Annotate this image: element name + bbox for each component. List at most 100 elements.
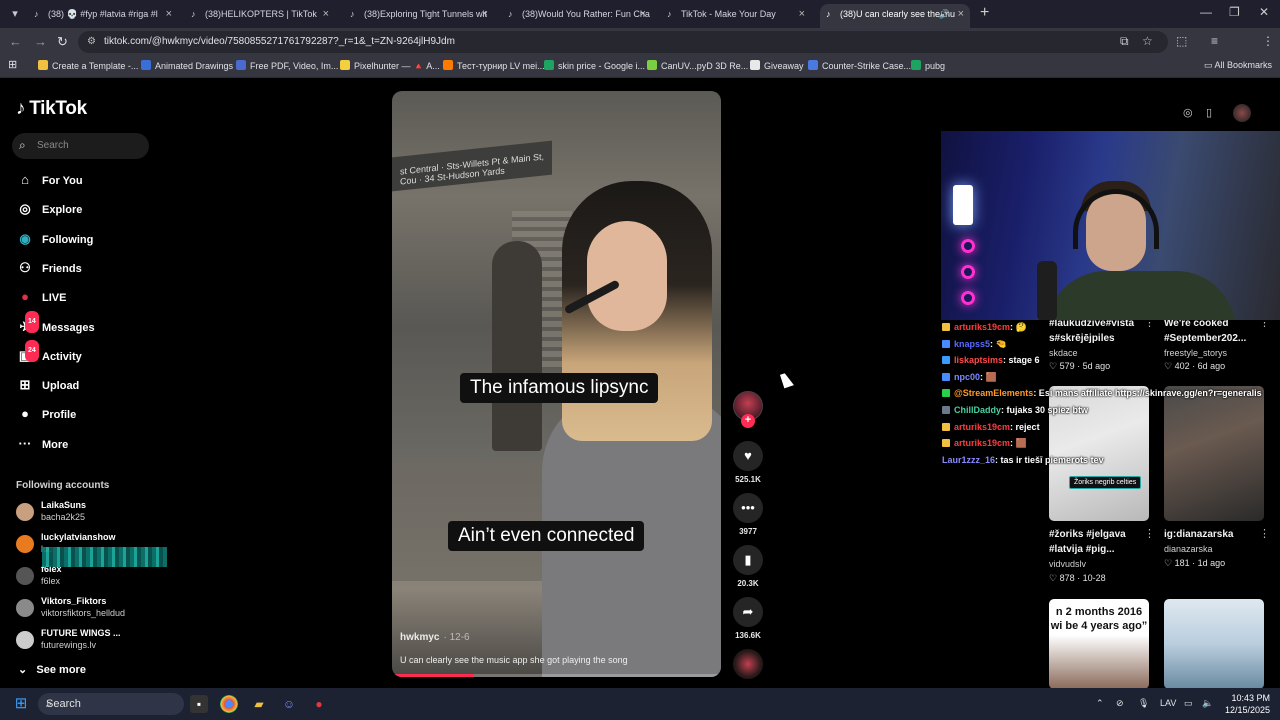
bookmark-item[interactable]: Pixelhunter — 🔺 A... [340, 60, 440, 72]
comment-button[interactable]: ••• 3977 [733, 493, 763, 536]
minimize-icon[interactable]: — [1200, 5, 1212, 19]
like-button[interactable]: ♥ 525.1K [733, 441, 763, 484]
bookmark-item[interactable]: Giveaway [750, 60, 804, 71]
close-tab-icon[interactable]: × [640, 4, 646, 24]
tab-search-icon[interactable]: ▾ [6, 5, 24, 23]
chat-badge-icon [942, 356, 950, 365]
close-tab-icon[interactable]: × [958, 4, 964, 24]
speaker-icon[interactable]: 🔊 [939, 4, 950, 24]
more-options-icon[interactable]: ⋮ [1144, 527, 1155, 540]
account-handle: f6lex [41, 576, 61, 586]
media-icon[interactable]: ≡ [1211, 34, 1218, 48]
bookmark-item[interactable]: Counter-Strike Case... [808, 60, 911, 71]
video-progress[interactable] [392, 674, 721, 677]
chat-text: : Esi mans affiliate https://skinrave.gg… [1033, 388, 1262, 399]
nav-item-messages[interactable]: ✈14Messages [16, 310, 95, 339]
more-options-icon[interactable]: ⋮ [1259, 527, 1270, 540]
restore-icon[interactable]: ❐ [1229, 5, 1240, 19]
nav-item-more[interactable]: ··· More [16, 434, 69, 456]
see-more-button[interactable]: ⌄ See more [18, 663, 86, 676]
video-description: U can clearly see the music app she got … [400, 655, 628, 665]
nav-item-friends[interactable]: ⚇ Friends [16, 258, 82, 280]
device-icon[interactable]: ▯ [1206, 106, 1212, 119]
new-tab-button[interactable]: + [980, 4, 989, 22]
music-disc-icon[interactable] [733, 649, 763, 679]
reload-icon[interactable]: ↻ [57, 34, 68, 50]
compass-icon[interactable]: ◎ [1183, 106, 1193, 119]
video-thumbnail[interactable] [1164, 599, 1264, 689]
tray-chevron-icon[interactable]: ⌃ [1096, 698, 1104, 709]
app-icon[interactable]: ● [310, 695, 328, 713]
site-info-icon[interactable]: ⚙ [87, 31, 96, 53]
avatar [16, 599, 34, 617]
user-avatar[interactable] [1233, 104, 1251, 122]
url-field[interactable]: ⚙ tiktok.com/@hwkmyc/video/7580855271761… [78, 31, 1168, 53]
chat-message: arturiks19cm: 🟫 [942, 435, 1242, 452]
bookmark-item[interactable]: Animated Drawings [141, 60, 233, 71]
back-icon[interactable]: ← [9, 34, 22, 49]
extensions-icon[interactable]: ⬚ [1176, 34, 1187, 48]
address-bar-row: ← → ↻ ⚙ tiktok.com/@hwkmyc/video/7580855… [0, 28, 1280, 77]
video-player[interactable]: st Central · Sts-Willets Pt & Main St, C… [392, 91, 721, 677]
nav-item-activity[interactable]: ▣24Activity [16, 339, 82, 368]
rgb-fan [961, 239, 975, 253]
search-input[interactable]: ⌕ Search [12, 133, 149, 159]
browser-tab[interactable]: ♪ (38)U can clearly see the mu 🔊 × [820, 4, 970, 28]
nav-item-explore[interactable]: ◎ Explore [16, 199, 82, 221]
tiktok-logo[interactable]: ♪ TikTok [16, 98, 87, 120]
profile-icon: ● [21, 406, 29, 422]
microphone-icon[interactable]: 🎙 [1138, 698, 1149, 709]
bookmark-item[interactable]: Free PDF, Video, Im... [236, 60, 338, 71]
chat-badge-icon [942, 389, 950, 398]
nav-item-upload[interactable]: ⊞ Upload [16, 375, 80, 397]
nav-item-for-you[interactable]: ⌂ For You [16, 170, 82, 192]
bookmark-item[interactable]: CanUV...pyD 3D Re... [647, 60, 748, 71]
install-icon[interactable]: ⧉ [1120, 34, 1129, 49]
video-author[interactable]: hwkmyc · 12-6 [400, 632, 470, 643]
clock[interactable]: 10:43 PM 12/15/2025 [1218, 692, 1270, 716]
browser-tab[interactable]: ♪ (38)Would You Rather: Fun Cha × [502, 4, 652, 28]
nav-item-live[interactable]: ● LIVE [16, 287, 66, 309]
menu-icon[interactable]: ⋮ [1262, 34, 1274, 48]
all-bookmarks[interactable]: ▭ All Bookmarks [1204, 60, 1272, 71]
video-thumbnail[interactable]: n 2 months 2016 wi be 4 years ago” [1049, 599, 1149, 689]
browser-tab[interactable]: ♪ (38)Exploring Tight Tunnels wit × [344, 4, 494, 28]
apps-icon[interactable]: ⊞ [8, 58, 17, 71]
close-tab-icon[interactable]: × [799, 4, 805, 24]
search-placeholder: Search [37, 140, 69, 151]
tiktok-favicon-icon: ♪ [508, 9, 513, 19]
bookmark-star-icon[interactable]: ☆ [1142, 34, 1153, 48]
language-indicator[interactable]: LAV [1160, 698, 1176, 708]
follow-plus-icon[interactable]: + [741, 414, 755, 428]
comment-count: 3977 [739, 527, 757, 536]
browser-tab[interactable]: ♪ TikTok - Make Your Day × [661, 4, 811, 28]
bookmark-item[interactable]: skin price - Google i... [544, 60, 645, 71]
close-tab-icon[interactable]: × [323, 4, 329, 24]
bookmark-item[interactable]: pubg [911, 60, 945, 71]
task-view-icon[interactable]: ▪ [190, 695, 208, 713]
close-tab-icon[interactable]: × [166, 4, 172, 24]
thumbnail-label: Žoriks negrib celties [1069, 476, 1142, 489]
discord-icon[interactable]: ☺ [280, 695, 298, 713]
nav-item-profile[interactable]: ● Profile [16, 404, 76, 426]
browser-tab[interactable]: ♪ (38)HELIKOPTERS | TikTok × [185, 4, 335, 28]
close-window-icon[interactable]: ✕ [1259, 5, 1269, 19]
windows-start-icon[interactable]: ⊞ [12, 695, 30, 713]
nav-item-following[interactable]: ◉ Following [16, 229, 93, 251]
chat-message: arturiks19cm: reject [942, 419, 1242, 436]
card-meta: ♡ 181 · 1d ago [1164, 558, 1225, 569]
bookmark-item[interactable]: Тест-турнир LV mei... [443, 60, 545, 71]
monitor-icon[interactable]: ▭ [1184, 698, 1193, 709]
forward-icon[interactable]: → [34, 34, 47, 49]
bookmark-item[interactable]: Create a Template -... [38, 60, 138, 71]
network-off-icon[interactable]: ⊘ [1116, 698, 1124, 709]
close-tab-icon[interactable]: × [482, 4, 488, 24]
volume-icon[interactable]: 🔈 [1202, 698, 1213, 709]
account-handle: viktorsfiktors_helldud [41, 608, 126, 618]
browser-tab[interactable]: ♪ (38) 💀 #fyp #latvia #riga #l × [28, 4, 178, 28]
share-button[interactable]: ➦ 136.6K [733, 597, 763, 640]
file-explorer-icon[interactable]: ▰ [250, 695, 268, 713]
taskbar-search[interactable]: ⌕ Search [38, 693, 184, 715]
save-button[interactable]: ▮ 20.3K [733, 545, 763, 588]
chrome-icon[interactable] [220, 695, 238, 713]
